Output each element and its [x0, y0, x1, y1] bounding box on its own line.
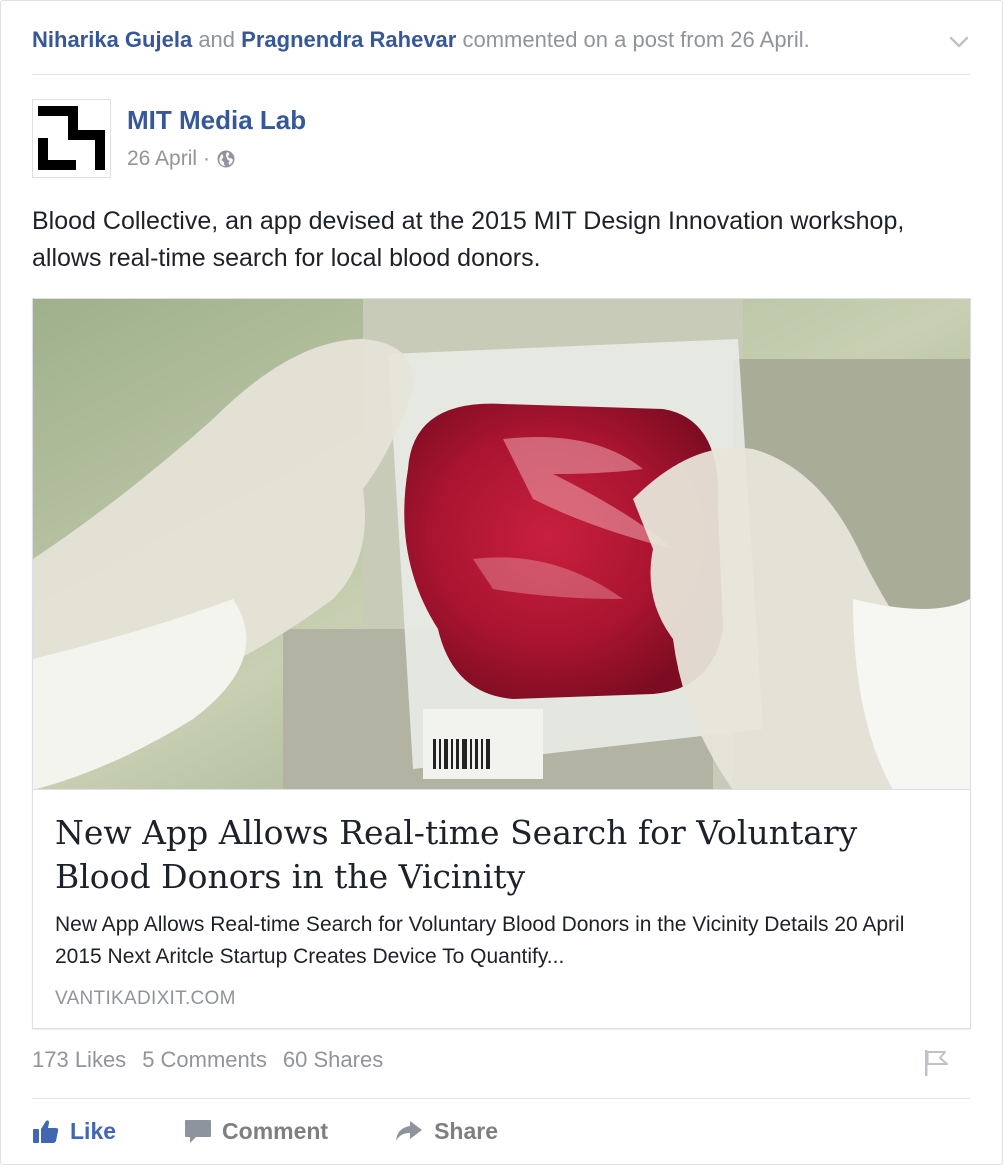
comment-label: Comment	[222, 1117, 329, 1144]
share-button[interactable]: Share	[394, 1117, 498, 1145]
actions-divider	[32, 1098, 970, 1099]
avatar[interactable]	[32, 99, 111, 178]
link-preview-domain: VANTIKADIXIT.COM	[55, 988, 236, 1009]
story-connector: and	[198, 27, 236, 52]
globe-icon[interactable]	[216, 149, 236, 169]
like-label: Like	[70, 1117, 117, 1144]
actor-link-2[interactable]: Pragnendra Rahevar	[241, 27, 456, 52]
post-message: Blood Collective, an app devised at the …	[32, 207, 905, 272]
like-button[interactable]: Like	[32, 1117, 116, 1145]
actor-link-1[interactable]: Niharika Gujela	[32, 27, 192, 52]
link-preview-image[interactable]	[33, 299, 970, 790]
feed-story-card: Niharika Gujela and Pragnendra Rahevar c…	[0, 0, 1003, 1165]
likes-count-link[interactable]: 173 Likes	[32, 1047, 126, 1073]
link-preview[interactable]: New App Allows Real-time Search for Volu…	[32, 298, 971, 1029]
mit-media-lab-logo	[33, 100, 110, 177]
story-action-text: commented on a post from 26 April.	[462, 27, 810, 52]
link-preview-description: New App Allows Real-time Search for Volu…	[55, 913, 905, 968]
story-header: Niharika Gujela and Pragnendra Rahevar c…	[32, 27, 942, 57]
post-meta: 26 April ·	[127, 147, 236, 171]
chevron-down-icon[interactable]	[946, 29, 972, 55]
flag-icon[interactable]	[921, 1046, 951, 1078]
action-bar: Like Comment Share	[32, 1113, 498, 1149]
share-arrow-icon	[396, 1121, 423, 1141]
comments-count-link[interactable]: 5 Comments	[142, 1047, 267, 1073]
link-preview-title[interactable]: New App Allows Real-time Search for Volu…	[55, 811, 955, 899]
comment-button[interactable]: Comment	[184, 1117, 328, 1145]
comment-bubble-icon	[185, 1120, 212, 1143]
post-date-link[interactable]: 26 April	[127, 147, 197, 171]
share-label: Share	[434, 1117, 499, 1144]
header-divider	[32, 74, 970, 75]
meta-separator: ·	[203, 147, 211, 170]
engagement-stats: 173 Likes 5 Comments 60 Shares	[32, 1047, 383, 1073]
shares-count-link[interactable]: 60 Shares	[283, 1047, 383, 1073]
page-name-link[interactable]: MIT Media Lab	[127, 105, 306, 136]
thumbs-up-icon	[33, 1120, 59, 1143]
